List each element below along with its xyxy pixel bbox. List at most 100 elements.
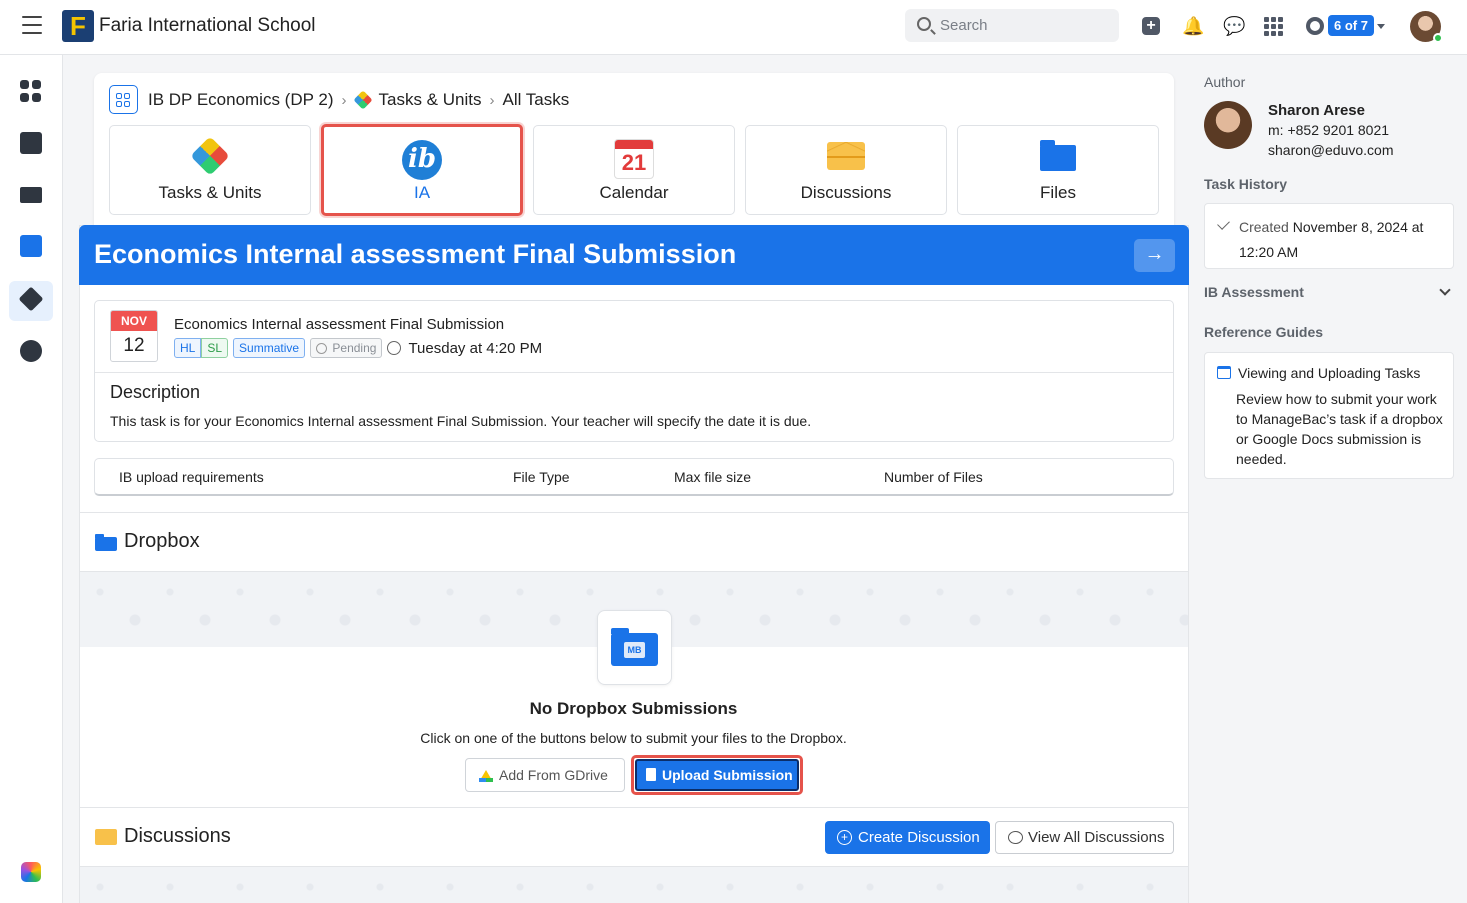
envelope-icon: [827, 142, 865, 170]
chat-bubble-icon: [1008, 831, 1023, 844]
file-type-header: File Type: [513, 469, 570, 485]
search-placeholder: Search: [940, 17, 988, 34]
upload-submission-button[interactable]: Upload Submission: [635, 759, 799, 791]
folder-icon: [95, 534, 117, 551]
school-logo[interactable]: F: [62, 10, 94, 42]
clock-icon: [316, 343, 328, 355]
puzzle-icon: [190, 136, 230, 176]
tab-files[interactable]: Files: [957, 125, 1159, 215]
breadcrumb-course[interactable]: IB DP Economics (DP 2): [148, 90, 334, 110]
discussions-pattern-background: [80, 867, 1188, 903]
document-icon: [646, 768, 656, 781]
author-email[interactable]: sharon@eduvo.com: [1268, 142, 1394, 158]
search-input[interactable]: Search: [905, 9, 1119, 42]
tab-label: IA: [413, 183, 431, 202]
due-date: Tuesday at 4:20 PM: [408, 339, 543, 357]
tab-discussions[interactable]: Discussions: [745, 125, 947, 215]
author-name[interactable]: Sharon Arese: [1268, 102, 1365, 119]
author-avatar[interactable]: [1204, 101, 1252, 149]
student-profile-icon[interactable]: [20, 132, 42, 154]
classes-icon[interactable]: [20, 187, 42, 203]
empty-dropbox-text: Click on one of the buttons below to sub…: [420, 730, 847, 746]
empty-dropbox-title: No Dropbox Submissions: [529, 699, 738, 718]
dropbox-heading: Dropbox: [124, 530, 200, 552]
chevron-right-icon: ›: [341, 91, 347, 109]
add-from-gdrive-button[interactable]: Add From GDrive: [465, 758, 625, 792]
envelope-icon: [95, 829, 117, 845]
course-grid-icon[interactable]: [109, 85, 138, 114]
chevron-down-icon[interactable]: [1439, 284, 1451, 296]
managebac-folder-icon: MB: [611, 628, 658, 666]
left-sidebar: [0, 55, 63, 903]
chevron-right-icon: ›: [489, 91, 495, 109]
task-header-title: Economics Internal assessment Final Subm…: [94, 239, 737, 269]
clock-icon: [387, 341, 402, 355]
compass-icon[interactable]: [20, 340, 42, 362]
faria-app-icon[interactable]: [21, 862, 41, 882]
managebac-folder-tile: MB: [597, 610, 672, 685]
task-tags: HL SL Summative Pending Tuesday at 4:20 …: [174, 338, 542, 358]
tab-label: Discussions: [800, 183, 892, 202]
tab-calendar[interactable]: 21 Calendar: [533, 125, 735, 215]
check-icon: [1217, 217, 1230, 230]
dashboard-icon[interactable]: [20, 80, 42, 102]
breadcrumb-section[interactable]: Tasks & Units: [379, 90, 482, 110]
divider: [95, 372, 1173, 373]
task-title: Economics Internal assessment Final Subm…: [174, 316, 505, 333]
date-month: NOV: [111, 311, 157, 331]
online-status-dot: [1433, 33, 1443, 43]
divider: [80, 807, 1188, 808]
task-history-heading: Task History: [1204, 176, 1287, 192]
create-discussion-button[interactable]: + Create Discussion: [825, 821, 990, 854]
tasks-icon[interactable]: [20, 235, 42, 257]
breadcrumb-page[interactable]: All Tasks: [502, 90, 569, 110]
description-heading: Description: [110, 382, 201, 402]
plus-circle-icon: +: [837, 830, 852, 845]
guide-description: Review how to submit your work to Manage…: [1236, 391, 1443, 467]
reference-guides-heading: Reference Guides: [1204, 324, 1324, 340]
requirements-header: IB upload requirements: [119, 469, 264, 485]
tab-ia[interactable]: ib IA: [321, 124, 523, 216]
arrow-right-button[interactable]: →: [1134, 239, 1175, 272]
calendar-icon: 21: [614, 139, 654, 179]
divider: [80, 512, 1188, 513]
date-day: 12: [123, 335, 145, 356]
add-icon[interactable]: +: [1142, 17, 1160, 35]
task-history-card: Created November 8, 2024 at 12:20 AM: [1204, 203, 1454, 269]
guide-title[interactable]: Viewing and Uploading Tasks: [1238, 365, 1420, 381]
top-bar: F Faria International School Search + 🔔 …: [0, 0, 1467, 55]
chat-icon[interactable]: 💬: [1223, 16, 1245, 36]
google-drive-icon: [479, 770, 493, 782]
sl-tag: SL: [201, 338, 229, 358]
discussions-heading: Discussions: [124, 825, 231, 847]
hl-tag: HL: [174, 338, 202, 358]
tab-label: Calendar: [599, 183, 669, 202]
chevron-down-icon[interactable]: [1377, 24, 1385, 29]
folder-icon: [1040, 140, 1076, 171]
tab-tasks-units[interactable]: Tasks & Units: [109, 125, 311, 215]
max-file-size-header: Max file size: [674, 469, 752, 485]
requirements-table: IB upload requirements File Type Max fil…: [94, 458, 1174, 496]
progress-badge[interactable]: 6 of 7: [1328, 15, 1374, 36]
author-phone: m: +852 9201 8021: [1268, 122, 1390, 138]
apps-grid-icon[interactable]: [1264, 17, 1283, 36]
task-header: Economics Internal assessment Final Subm…: [79, 225, 1189, 285]
history-entry: Created November 8, 2024 at 12:20 AM: [1239, 219, 1424, 260]
notifications-bell-icon[interactable]: 🔔: [1182, 16, 1204, 36]
view-all-discussions-button[interactable]: View All Discussions: [995, 821, 1174, 854]
reference-guide-card[interactable]: Viewing and Uploading Tasks Review how t…: [1204, 352, 1454, 479]
pending-tag: Pending: [310, 338, 383, 358]
summative-tag: Summative: [233, 338, 306, 358]
calendar-icon: [1217, 366, 1231, 379]
description-text: This task is for your Economics Internal…: [110, 413, 812, 429]
ib-logo-icon: ib: [402, 140, 442, 180]
author-heading: Author: [1204, 74, 1246, 90]
date-badge: NOV 12: [110, 310, 158, 362]
breadcrumb: IB DP Economics (DP 2) › Tasks & Units ›…: [148, 90, 569, 110]
menu-icon[interactable]: [22, 16, 42, 36]
search-icon: [917, 17, 931, 31]
ib-assessment-toggle[interactable]: IB Assessment: [1204, 284, 1304, 300]
school-name: Faria International School: [99, 15, 316, 36]
tab-label: Files: [1040, 183, 1076, 202]
help-lifebuoy-icon[interactable]: [1306, 17, 1324, 35]
